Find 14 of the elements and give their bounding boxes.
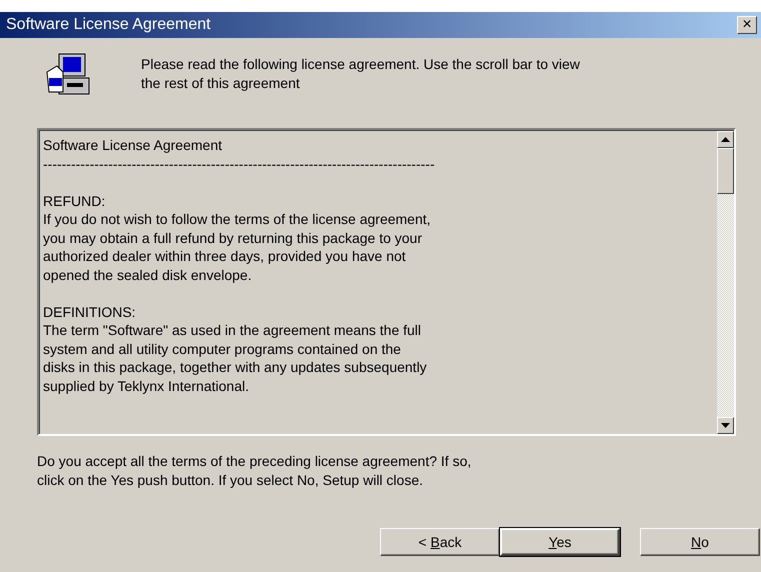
back-button[interactable]: < Back <box>380 528 500 556</box>
license-paragraph: REFUND: If you do not wish to follow the terms of the license agreement, you may obtain a full refund by returning this package to your authorized dealer within three days, provided you have not opened the sealed disk envelope. <box>43 192 432 284</box>
yes-button[interactable]: Yes <box>500 528 620 556</box>
scroll-down-icon[interactable] <box>717 417 734 434</box>
scroll-bar[interactable] <box>717 130 734 434</box>
accept-question: Do you accept all the terms of the preceding license agreement? If so, click on the Yes push button. If you select No, Setup will close. <box>37 452 472 490</box>
close-button[interactable]: × <box>737 16 757 34</box>
no-button[interactable]: No <box>640 528 760 556</box>
scroll-thumb[interactable] <box>717 148 734 194</box>
window-title: Software License Agreement <box>6 16 211 34</box>
license-paragraph: DEFINITIONS: The term "Software" as used in the agreement means the full system and all utility computer programs contained on the disks in this package, together with any updates subsequently supplied by Teklynx International. <box>43 302 428 395</box>
scroll-up-icon[interactable] <box>717 131 734 148</box>
license-paragraph: Software License Agreement ------------------------------------------------------------------------------------ <box>43 136 436 173</box>
instruction-text: Please read the following license agreement. Use the scroll bar to view the rest of this agreement <box>141 55 580 93</box>
